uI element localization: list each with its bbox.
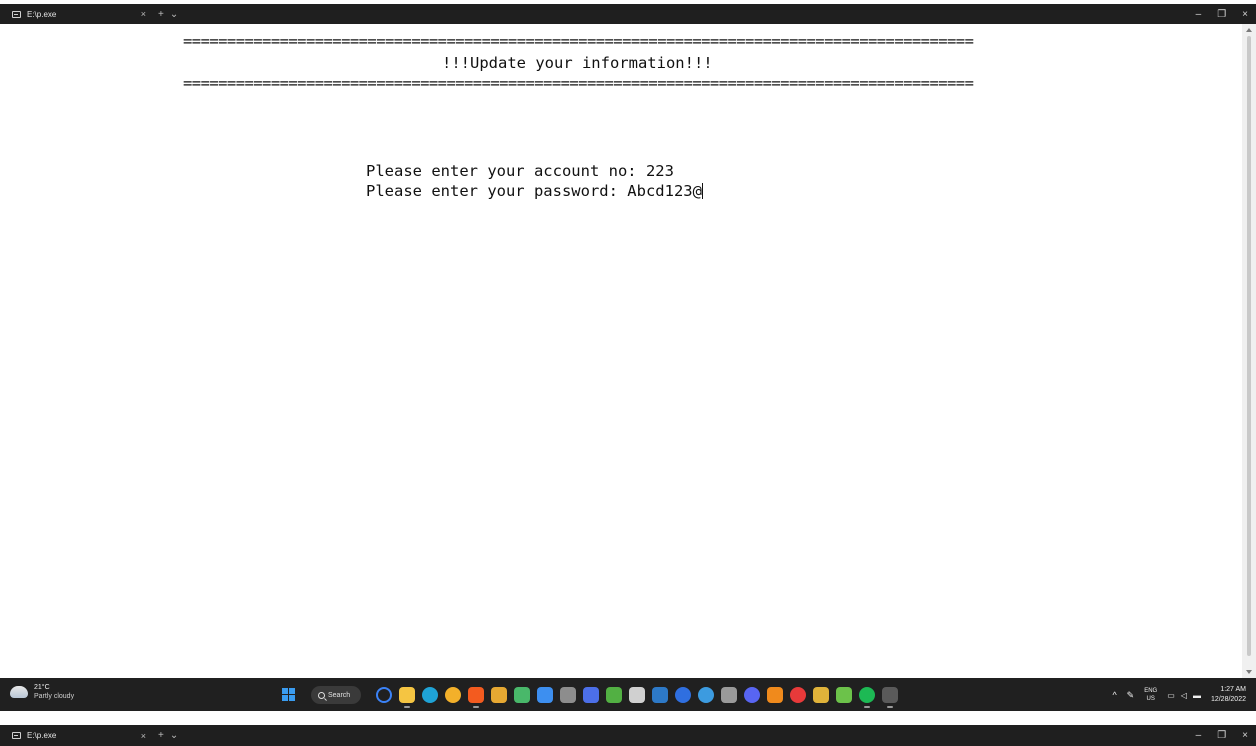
tab-close-button[interactable]: × xyxy=(141,9,146,19)
app-icon-bluedot[interactable] xyxy=(675,687,691,703)
console-scrollbar[interactable] xyxy=(1242,24,1256,678)
tab-title: E:\p.exe xyxy=(27,9,57,19)
store-icon[interactable] xyxy=(537,687,553,703)
app-icon-red[interactable] xyxy=(790,687,806,703)
taskbar-apps: Search xyxy=(282,684,898,708)
app-icon-g[interactable] xyxy=(629,687,645,703)
weather-widget[interactable]: 21°C Partly cloudy xyxy=(10,683,74,701)
taskbar-search[interactable]: Search xyxy=(311,686,361,704)
window-titlebar-secondary: E:\p.exe × + ⌄ – ❐ × xyxy=(0,725,1256,746)
chrome-icon[interactable] xyxy=(445,687,461,703)
language-top: ENG xyxy=(1144,688,1158,694)
clock[interactable]: 1:27 AM 12/28/2022 xyxy=(1211,685,1246,705)
app-icon-diamond[interactable] xyxy=(813,687,829,703)
cortana-icon[interactable] xyxy=(376,687,392,703)
battery-icon: ▬ xyxy=(1192,690,1201,700)
weather-text: 21°C Partly cloudy xyxy=(34,683,74,701)
password-prompt-line[interactable]: Please enter your password: Abcd123@ xyxy=(366,182,703,200)
vlc-icon[interactable] xyxy=(767,687,783,703)
tab-title: E:\p.exe xyxy=(27,731,57,740)
search-icon xyxy=(318,691,325,699)
scroll-thumb[interactable] xyxy=(1247,36,1251,656)
password-prompt: Please enter your password: Abcd123@ xyxy=(366,182,702,200)
minimize-button[interactable]: – xyxy=(1196,730,1202,741)
scroll-down-arrow-icon[interactable] xyxy=(1246,670,1252,674)
maximize-button[interactable]: ❐ xyxy=(1217,730,1226,741)
console-output[interactable]: ========================================… xyxy=(0,24,1240,678)
file-explorer-icon[interactable] xyxy=(399,687,415,708)
discord-icon[interactable] xyxy=(744,687,760,703)
edge-icon[interactable] xyxy=(422,687,438,703)
app-icon-leaf[interactable] xyxy=(514,687,530,703)
account-prompt: Please enter your account no: 223 xyxy=(366,162,674,180)
page-title: !!!Update your information!!! xyxy=(442,54,713,72)
search-label: Search xyxy=(328,691,351,699)
terminal-tab-icon xyxy=(12,732,21,739)
chevron-up-icon[interactable]: ^ xyxy=(1112,690,1116,700)
tab-terminal[interactable]: E:\p.exe × xyxy=(0,4,152,24)
app-icon-ribbon[interactable] xyxy=(491,687,507,703)
brave-icon[interactable] xyxy=(468,687,484,708)
language-bottom: US xyxy=(1146,696,1155,702)
spotify-icon[interactable] xyxy=(859,687,875,708)
terminal-icon[interactable] xyxy=(882,687,898,708)
window-controls: – ❐ × xyxy=(1196,4,1248,24)
tab-terminal-secondary[interactable]: E:\p.exe × xyxy=(0,726,152,746)
language-indicator[interactable]: ENG US xyxy=(1144,687,1157,703)
clock-date: 12/28/2022 xyxy=(1210,696,1246,703)
scroll-up-arrow-icon[interactable] xyxy=(1246,28,1252,32)
xbox-icon[interactable] xyxy=(606,687,622,703)
new-tab-button[interactable]: + xyxy=(158,730,164,741)
quick-settings[interactable]: ▭ ◁ ▬ xyxy=(1167,691,1201,700)
system-tray: ^ ✎ ENG US ▭ ◁ ▬ 1:27 AM 12/28/2022 xyxy=(1112,682,1246,708)
rule-bottom: ========================================… xyxy=(183,74,974,92)
app-icon-calc[interactable] xyxy=(721,687,737,703)
display-icon: ▭ xyxy=(1167,690,1175,700)
terminal-tab-icon xyxy=(12,10,21,18)
taskbar: 21°C Partly cloudy Search ^ ✎ ENG US ▭ ◁… xyxy=(0,678,1256,711)
maximize-button[interactable]: ❐ xyxy=(1217,9,1226,20)
minimize-button[interactable]: – xyxy=(1196,9,1202,20)
tab-close-button[interactable]: × xyxy=(141,731,146,741)
close-button[interactable]: × xyxy=(1242,9,1248,20)
window-controls: – ❐ × xyxy=(1196,725,1248,745)
clock-time: 1:27 AM xyxy=(1220,686,1246,693)
window-titlebar: E:\p.exe × + ⌄ – ❐ × xyxy=(0,4,1256,24)
lightroom-icon[interactable] xyxy=(652,687,668,703)
windows-start-icon[interactable] xyxy=(282,688,296,702)
app-icon-blue-square[interactable] xyxy=(583,687,599,703)
app-icon-hex[interactable] xyxy=(560,687,576,703)
rule-top: ========================================… xyxy=(183,32,974,50)
new-tab-button[interactable]: + xyxy=(158,9,164,20)
volume-icon: ◁ xyxy=(1180,690,1187,700)
weather-temperature: 21°C xyxy=(34,684,50,691)
pen-icon[interactable]: ✎ xyxy=(1127,690,1135,701)
weather-condition: Partly cloudy xyxy=(34,693,75,700)
app-icon-green-blocks[interactable] xyxy=(836,687,852,703)
tab-dropdown-button[interactable]: ⌄ xyxy=(170,9,178,20)
app-icon-globe[interactable] xyxy=(698,687,714,703)
close-button[interactable]: × xyxy=(1242,730,1248,741)
partly-cloudy-icon xyxy=(10,683,28,698)
text-cursor xyxy=(701,183,703,199)
tab-dropdown-button[interactable]: ⌄ xyxy=(170,730,178,741)
